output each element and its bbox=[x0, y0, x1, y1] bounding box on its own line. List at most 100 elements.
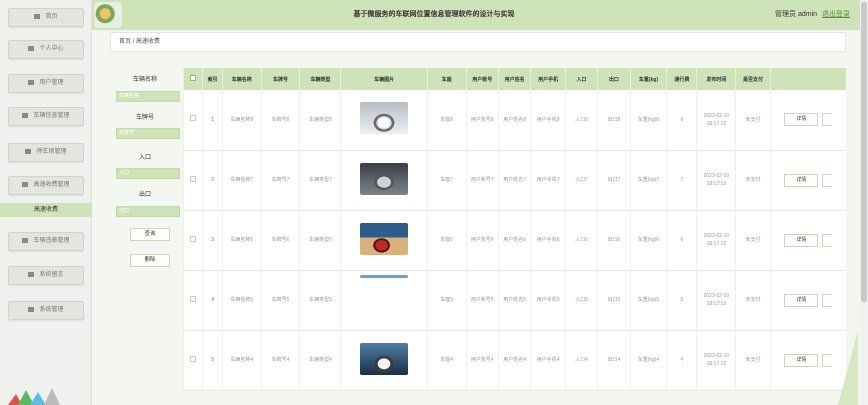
cell-actions: 详情 bbox=[769, 270, 846, 331]
sidebar-item-label: 停车场管理 bbox=[36, 149, 67, 155]
app-title: 基于微服务的车联网位置信息管理软件的设计与实现 bbox=[353, 11, 515, 18]
corner-decoration bbox=[838, 330, 858, 405]
sidebar-item-label: 用户管理 bbox=[39, 80, 64, 86]
cell-entry: 入口6 bbox=[564, 210, 598, 271]
cell-weight: 车重(kg)7 bbox=[629, 150, 667, 211]
breadcrumb-home[interactable]: 首页 bbox=[119, 39, 131, 45]
row-checkbox[interactable] bbox=[182, 90, 203, 151]
cell-account: 用户账号6 bbox=[465, 210, 499, 271]
settings-icon bbox=[28, 306, 35, 312]
cell-index: 5 bbox=[202, 330, 223, 391]
entry-label: 入口 bbox=[138, 155, 151, 161]
cell-plate: 车牌号5 bbox=[260, 270, 300, 331]
cell-vehicle-type: 车辆类型7 bbox=[299, 150, 341, 211]
cell-username: 用户姓名4 bbox=[497, 330, 531, 391]
cell-vehicle-name: 车辆名称8 bbox=[221, 90, 262, 151]
vehicle-photo bbox=[360, 102, 409, 135]
cell-username: 用户姓名8 bbox=[497, 90, 531, 151]
cell-username: 用户姓名6 bbox=[497, 210, 531, 271]
detail-button[interactable]: 详情 bbox=[784, 353, 819, 367]
more-button[interactable] bbox=[822, 233, 833, 247]
cell-account: 用户账号5 bbox=[465, 270, 499, 331]
cell-vehicle-image bbox=[340, 270, 428, 331]
col-weight: 车重(kg) bbox=[629, 68, 667, 90]
cell-actions: 详情 bbox=[769, 90, 846, 151]
detail-button[interactable]: 详情 bbox=[784, 293, 819, 307]
logout-link[interactable]: 退出登录 bbox=[822, 11, 850, 18]
sidebar-item-profile[interactable]: 个人中心 bbox=[8, 40, 84, 59]
cell-fee: 5 bbox=[666, 270, 697, 331]
cell-actions: 详情 bbox=[769, 330, 846, 391]
sidebar-item-messages[interactable]: 系统留言 bbox=[8, 266, 84, 285]
row-checkbox[interactable] bbox=[182, 270, 203, 331]
breadcrumb: 首页 / 高速收费 bbox=[110, 32, 846, 52]
row-checkbox[interactable] bbox=[182, 330, 203, 391]
cell-paid: 未支付 bbox=[735, 90, 771, 151]
col-index: 索引 bbox=[202, 68, 223, 90]
more-button[interactable] bbox=[822, 113, 833, 127]
top-bar: 基于微服务的车联网位置信息管理软件的设计与实现 管理员 admin 退出登录 bbox=[0, 0, 868, 30]
exit-input[interactable]: 出口 bbox=[116, 206, 180, 217]
detail-button[interactable]: 详情 bbox=[784, 173, 819, 187]
cell-vehicle-name: 车辆名称6 bbox=[221, 210, 262, 271]
entry-input[interactable]: 入口 bbox=[116, 168, 180, 179]
cell-time: 2023-02-10 18:17:13 bbox=[696, 330, 736, 391]
table-row: 4 车辆名称5 车牌号5 车辆类型5 车座5 用户账号5 用户姓名5 用户手机5… bbox=[182, 270, 846, 331]
cell-phone: 用户手机4 bbox=[530, 330, 566, 391]
cell-actions: 详情 bbox=[769, 210, 846, 271]
cell-plate: 车牌号7 bbox=[260, 150, 300, 211]
more-button[interactable] bbox=[822, 353, 833, 367]
person-icon bbox=[28, 45, 35, 51]
vehicle-name-input[interactable]: 车辆名称 bbox=[116, 91, 180, 102]
sidebar-item-vehicles[interactable]: 车辆信息管理 bbox=[8, 107, 84, 126]
detail-button[interactable]: 详情 bbox=[784, 233, 819, 247]
row-checkbox[interactable] bbox=[182, 150, 203, 211]
cell-index: 4 bbox=[202, 270, 223, 331]
sidebar-item-violations[interactable]: 车辆违章管理 bbox=[8, 232, 84, 251]
cell-vehicle-type: 车辆类型5 bbox=[299, 270, 341, 331]
scrollbar-thumb[interactable] bbox=[861, 2, 867, 302]
cell-username: 用户姓名5 bbox=[497, 270, 531, 331]
vehicle-photo bbox=[360, 162, 409, 195]
cell-exit: 出口8 bbox=[597, 90, 631, 151]
app-root: 基于微服务的车联网位置信息管理软件的设计与实现 管理员 admin 退出登录 首… bbox=[0, 0, 868, 405]
col-vehicle-name: 车辆名称 bbox=[221, 68, 262, 90]
sidebar-item-home[interactable]: 首页 bbox=[8, 8, 84, 27]
page-scrollbar[interactable] bbox=[860, 0, 868, 405]
cell-vehicle-image bbox=[340, 330, 428, 391]
delete-button[interactable]: 删除 bbox=[130, 254, 170, 267]
query-button[interactable]: 查询 bbox=[130, 228, 170, 241]
cell-seat: 车座8 bbox=[426, 90, 467, 151]
cell-paid: 未支付 bbox=[735, 270, 771, 331]
cell-time: 2023-02-10 18:17:13 bbox=[696, 270, 736, 331]
breadcrumb-separator: / bbox=[132, 39, 135, 45]
cell-seat: 车座6 bbox=[426, 210, 467, 271]
sidebar-item-users[interactable]: 用户管理 bbox=[8, 74, 84, 93]
table-header: 索引 车辆名称 车牌号 车辆类型 车辆图片 车座 用户账号 用户姓名 用户手机 … bbox=[182, 68, 846, 90]
cell-weight: 车重(kg)6 bbox=[629, 210, 667, 271]
plate-input[interactable]: 车牌号 bbox=[116, 128, 180, 139]
cell-entry: 入口7 bbox=[564, 150, 598, 211]
cell-fee: 8 bbox=[666, 90, 697, 151]
cell-seat: 车座5 bbox=[426, 270, 467, 331]
cell-index: 2 bbox=[202, 150, 223, 211]
cell-entry: 入口8 bbox=[564, 90, 598, 151]
cell-plate: 车牌号8 bbox=[260, 90, 300, 151]
more-button[interactable] bbox=[822, 293, 833, 307]
cell-weight: 车重(kg)5 bbox=[629, 270, 667, 331]
sidebar-subitem-toll[interactable]: 高速收费 bbox=[0, 203, 92, 217]
row-checkbox[interactable] bbox=[182, 210, 203, 271]
sidebar-item-label: 系统管理 bbox=[39, 307, 64, 313]
col-entry: 入口 bbox=[564, 68, 598, 90]
cell-vehicle-name: 车辆名称5 bbox=[221, 270, 262, 331]
sidebar-item-system[interactable]: 系统管理 bbox=[8, 301, 84, 320]
cell-index: 1 bbox=[202, 90, 223, 151]
exit-label: 出口 bbox=[138, 192, 151, 198]
more-button[interactable] bbox=[822, 173, 833, 187]
sidebar-item-parking[interactable]: 停车场管理 bbox=[8, 143, 84, 162]
table-row: 2 车辆名称7 车牌号7 车辆类型7 车座7 用户账号7 用户姓名7 用户手机7… bbox=[182, 150, 846, 211]
sidebar-item-toll[interactable]: 高速收费管理 bbox=[8, 176, 84, 195]
detail-button[interactable]: 详情 bbox=[784, 113, 819, 127]
cell-paid: 未支付 bbox=[735, 150, 771, 211]
select-all-checkbox[interactable] bbox=[182, 68, 203, 90]
